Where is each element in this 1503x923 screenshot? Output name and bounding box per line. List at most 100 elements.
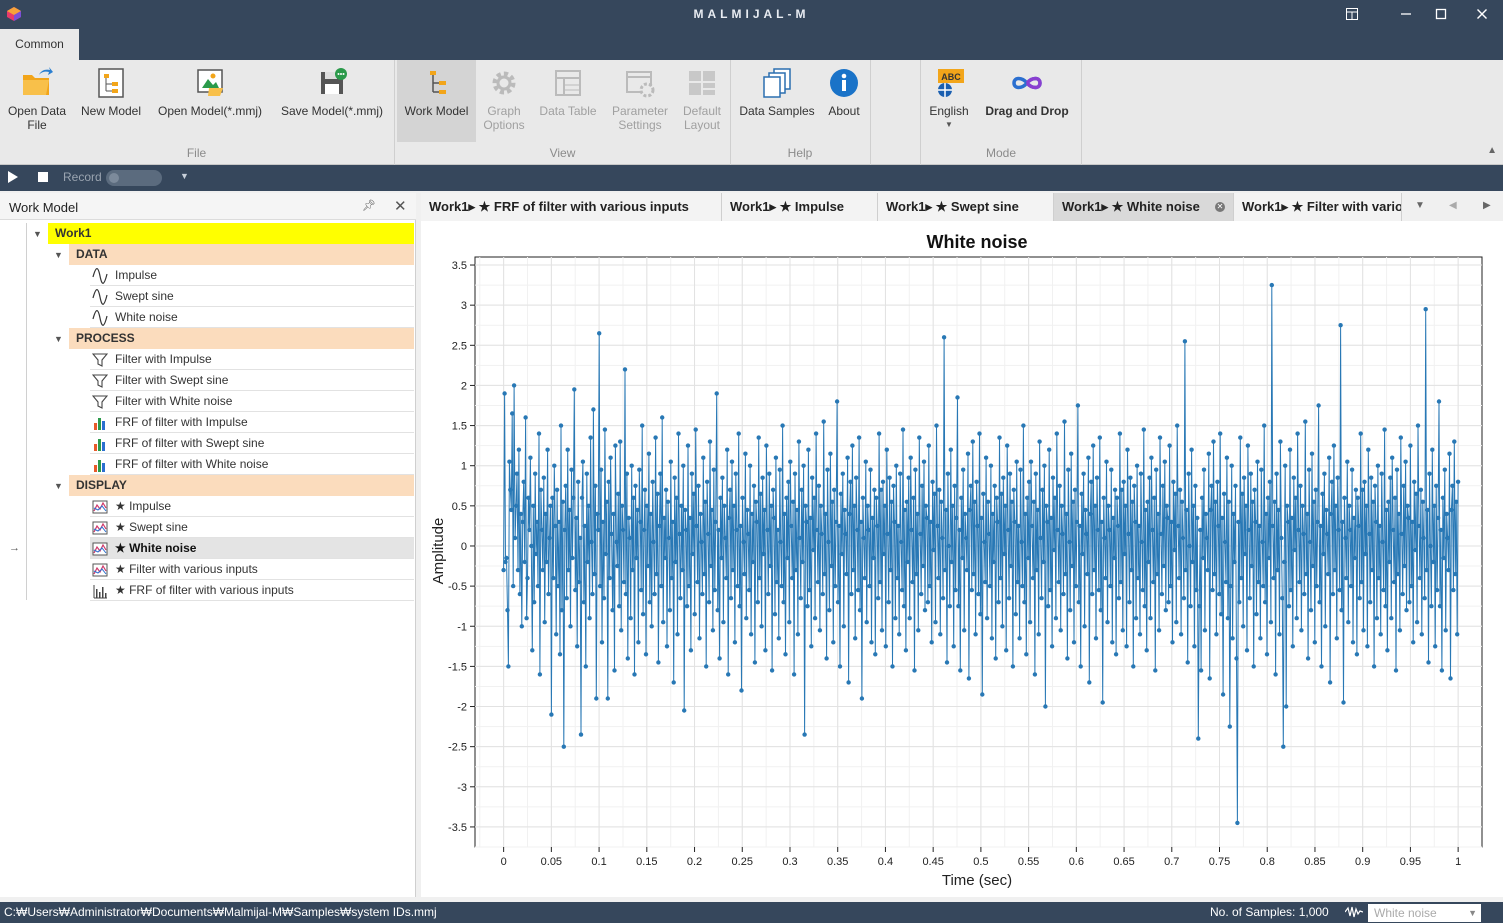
data-point <box>1420 499 1425 504</box>
tree-item[interactable]: Swept sine <box>90 286 414 307</box>
tab-common[interactable]: Common <box>0 29 79 60</box>
data-point <box>649 624 654 629</box>
data-point <box>533 551 539 557</box>
data-point <box>1193 483 1198 488</box>
tree-item[interactable]: FRF of filter with Swept sine <box>90 433 414 454</box>
default-layout-button[interactable]: Default Layout <box>676 60 728 142</box>
minimize-button[interactable] <box>1395 4 1417 24</box>
tree-item[interactable]: FRF of filter with White noise <box>90 454 414 475</box>
tab-scroll-right-icon[interactable]: ▶ <box>1483 200 1491 211</box>
data-point <box>1269 282 1274 288</box>
open-data-file-button[interactable]: Open Data File <box>5 60 69 142</box>
open-model-button[interactable]: Open Model(*.mmj) <box>154 60 266 142</box>
maximize-button[interactable] <box>1430 4 1452 24</box>
data-point <box>654 571 659 577</box>
tree-item[interactable]: Impulse <box>90 265 414 286</box>
data-point <box>552 463 557 468</box>
data-point <box>832 487 837 492</box>
tree-item[interactable]: ★ Swept sine <box>90 517 414 538</box>
data-table-button[interactable]: Data Table <box>536 60 600 142</box>
collapse-root-icon[interactable]: ▼ <box>33 229 42 239</box>
data-point <box>1309 451 1315 456</box>
tree-item[interactable]: ★ Impulse <box>90 496 414 517</box>
data-point <box>1113 652 1119 657</box>
data-point <box>1231 511 1236 517</box>
data-point <box>1335 475 1340 480</box>
data-point <box>952 483 957 488</box>
save-disk-icon <box>321 68 347 94</box>
work-model-button[interactable]: Work Model <box>397 60 476 142</box>
tree-item[interactable]: Filter with Swept sine <box>90 370 414 391</box>
data-point <box>1439 668 1445 673</box>
series-select[interactable]: White noise ▼ <box>1368 904 1481 922</box>
tab-close-icon[interactable]: ✕ <box>1215 202 1225 212</box>
data-point <box>696 483 701 488</box>
tab-scroll-left-icon[interactable]: ◀ <box>1449 200 1457 211</box>
restore-layout-button[interactable] <box>1341 4 1363 24</box>
save-model-button[interactable]: Save Model(*.mmj) <box>277 60 387 142</box>
data-point <box>730 567 736 573</box>
tree-item[interactable]: ★ White noise <box>90 538 414 559</box>
tree-category-data[interactable]: DATA <box>69 244 414 265</box>
data-point <box>1431 559 1436 565</box>
data-point <box>988 463 994 468</box>
panel-close-icon[interactable]: ✕ <box>394 197 407 215</box>
play-icon[interactable] <box>8 171 18 183</box>
data-point <box>1258 636 1263 641</box>
data-point <box>597 331 602 336</box>
data-point <box>904 499 909 504</box>
tree-category-display[interactable]: DISPLAY <box>69 475 414 496</box>
white-noise-chart[interactable]: 0 0.05 0.1 0.15 0.2 0.25 0.3 0.35 0.4 0.45 0.5 0.55… <box>421 221 1503 897</box>
pin-icon[interactable]: 📌︎ <box>362 199 376 212</box>
doc-tab-swept-sine[interactable]: Work1▸ ★ Swept sine <box>878 193 1054 221</box>
stop-icon[interactable] <box>38 172 48 182</box>
ribbon-collapse-button[interactable]: ▲ <box>1487 145 1497 156</box>
tree-category-process[interactable]: PROCESS <box>69 328 414 349</box>
tree-item[interactable]: ★ Filter with various inputs <box>90 559 414 580</box>
data-point <box>659 583 664 589</box>
drag-and-drop-button[interactable]: Drag and Drop <box>978 60 1076 142</box>
english-language-button[interactable]: ABC English ▼ <box>926 60 972 142</box>
tree-item[interactable]: White noise <box>90 307 414 328</box>
doc-tab-frf[interactable]: Work1▸ ★ FRF of filter with various inpu… <box>421 193 722 221</box>
data-point <box>704 479 710 484</box>
new-model-button[interactable]: New Model <box>78 60 144 142</box>
data-point <box>708 563 714 569</box>
doc-tab-filter[interactable]: Work1▸ ★ Filter with various inputs <box>1234 193 1402 221</box>
data-point <box>621 579 627 585</box>
parameter-settings-button[interactable]: Parameter Settings <box>608 60 672 142</box>
data-point <box>741 539 746 545</box>
data-point <box>871 555 876 561</box>
doc-tab-impulse[interactable]: Work1▸ ★ Impulse <box>722 193 878 221</box>
collapse-display-icon[interactable]: ▼ <box>54 481 63 491</box>
document-tabs: Work1▸ ★ FRF of filter with various inpu… <box>421 193 1503 221</box>
record-toggle[interactable] <box>106 170 162 186</box>
data-point <box>1288 587 1294 593</box>
data-point <box>1440 495 1446 500</box>
data-point <box>641 527 647 533</box>
graph-options-button[interactable]: Graph Options <box>478 60 530 142</box>
record-dropdown-icon[interactable]: ▼ <box>180 171 189 181</box>
data-point <box>724 575 729 581</box>
data-point <box>694 523 699 529</box>
data-point <box>853 636 858 641</box>
data-point <box>509 507 514 513</box>
tree-item[interactable]: ★ FRF of filter with various inputs <box>90 580 414 601</box>
data-point <box>957 527 962 533</box>
close-button[interactable] <box>1471 4 1493 24</box>
tree-item[interactable]: Filter with Impulse <box>90 349 414 370</box>
tree-root-work1[interactable]: Work1 <box>48 223 414 244</box>
about-button[interactable]: About <box>822 60 866 142</box>
collapse-data-icon[interactable]: ▼ <box>54 250 63 260</box>
data-point <box>567 507 572 513</box>
tree-item[interactable]: Filter with White noise <box>90 391 414 412</box>
tree-item[interactable]: FRF of filter with Impulse <box>90 412 414 433</box>
tab-list-dropdown-icon[interactable]: ▼ <box>1415 200 1425 211</box>
line-graph-icon <box>92 500 108 514</box>
doc-tab-white-noise[interactable]: Work1▸ ★ White noise ✕ <box>1054 193 1234 221</box>
data-samples-button[interactable]: Data Samples <box>736 60 818 142</box>
data-point <box>1386 499 1391 504</box>
chart-pane[interactable]: 0 0.05 0.1 0.15 0.2 0.25 0.3 0.35 0.4 0.45 0.5 0.55… <box>421 221 1503 897</box>
x-tick-label: 0.35 <box>827 856 848 868</box>
collapse-process-icon[interactable]: ▼ <box>54 334 63 344</box>
